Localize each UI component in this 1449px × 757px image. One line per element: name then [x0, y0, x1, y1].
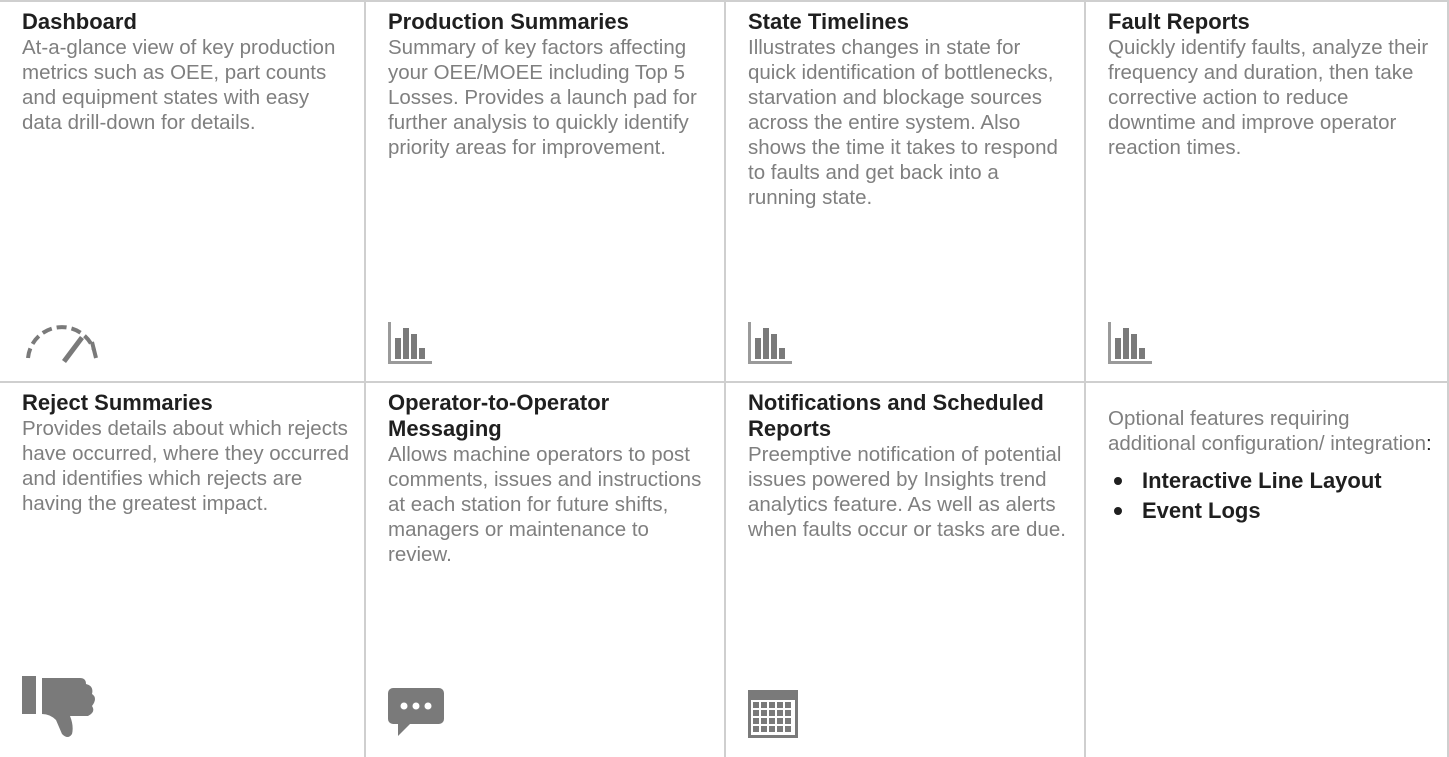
optional-features-colon: : — [1425, 432, 1432, 455]
card-operator-messaging: Operator-to-Operator Messaging Allows ma… — [366, 383, 726, 757]
card-dashboard: Dashboard At-a-glance view of key produc… — [0, 2, 366, 383]
list-item: Event Logs — [1114, 496, 1433, 526]
thumbs-down-icon — [22, 674, 98, 743]
card-title: Fault Reports — [1108, 9, 1250, 34]
features-grid: Dashboard At-a-glance view of key produc… — [0, 0, 1449, 757]
bar-chart-icon — [388, 320, 432, 369]
card-notifications: Notifications and Scheduled Reports Pree… — [726, 383, 1086, 757]
optional-features-list: Interactive Line Layout Event Logs — [1108, 466, 1433, 526]
card-reject-summaries: Reject Summaries Provides details about … — [0, 383, 366, 757]
optional-features-text: Optional features requiring additional c… — [1108, 407, 1426, 455]
feature-label: Event Logs — [1142, 498, 1261, 523]
card-title: Notifications and Scheduled Reports — [748, 390, 1044, 441]
feature-label: Interactive Line Layout — [1142, 468, 1382, 493]
card-state-timelines: State Timelines Illustrates changes in s… — [726, 2, 1086, 383]
bar-chart-icon — [748, 320, 792, 369]
optional-features-description: Optional features requiring additional c… — [1108, 406, 1433, 456]
card-description: Illustrates changes in state for quick i… — [748, 36, 1058, 209]
chat-bubble-icon — [388, 686, 444, 743]
bar-chart-icon — [1108, 320, 1152, 369]
card-description: Provides details about which rejects hav… — [22, 417, 350, 515]
card-optional-features: Optional features requiring additional c… — [1086, 383, 1449, 757]
card-description: Allows machine operators to post comment… — [388, 443, 702, 566]
card-title: State Timelines — [748, 9, 909, 34]
card-description: Summary of key factors affecting your OE… — [388, 36, 697, 159]
card-description: Preemptive notification of potential iss… — [748, 443, 1066, 541]
card-title: Reject Summaries — [22, 390, 213, 415]
speedometer-icon — [22, 320, 102, 369]
card-description: Quickly identify faults, analyze their f… — [1108, 36, 1429, 159]
card-title: Production Summaries — [388, 9, 629, 34]
list-item: Interactive Line Layout — [1114, 466, 1433, 496]
bullet-icon — [1114, 477, 1122, 485]
card-fault-reports: Fault Reports Quickly identify faults, a… — [1086, 2, 1449, 383]
card-production-summaries: Production Summaries Summary of key fact… — [366, 2, 726, 383]
card-title: Operator-to-Operator Messaging — [388, 390, 610, 441]
bullet-icon — [1114, 507, 1122, 515]
card-description: At-a-glance view of key production metri… — [22, 36, 336, 134]
card-title: Dashboard — [22, 9, 137, 34]
calendar-icon — [748, 688, 798, 743]
